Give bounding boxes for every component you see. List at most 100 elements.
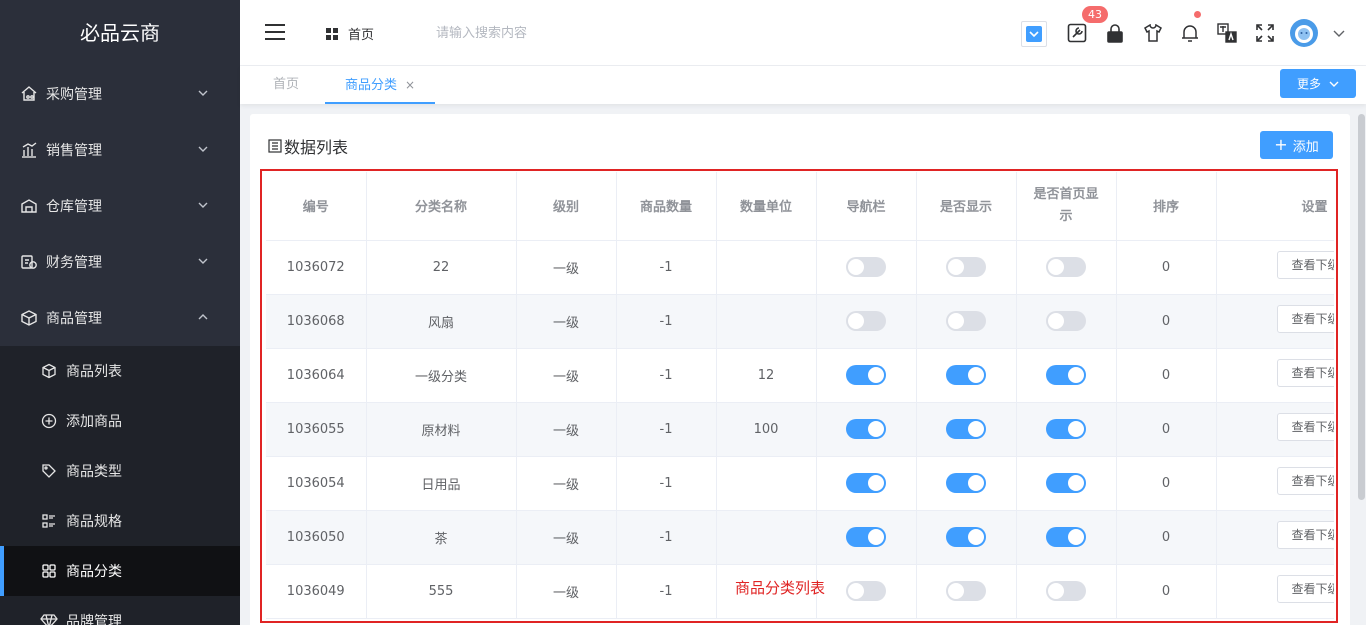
chevron-down-icon (198, 258, 208, 264)
nav-toggle[interactable] (846, 311, 886, 331)
tab-goods-category[interactable]: 商品分类 × (325, 66, 436, 104)
sidebar-item-goods-list[interactable]: 商品列表 (0, 346, 240, 396)
cell-settings: 查看下级 (1216, 456, 1334, 511)
menu-sales[interactable]: 销售管理 (0, 122, 240, 178)
cell-count: -1 (616, 564, 717, 619)
table-row: 1036064一级分类一级-112 0 查看下级 (266, 348, 1334, 403)
nav-toggle[interactable] (846, 527, 886, 547)
menu-warehouse[interactable]: 仓库管理 (0, 178, 240, 234)
close-icon[interactable]: × (405, 66, 415, 104)
col-header: 级别 (516, 172, 617, 241)
view-children-button[interactable]: 查看下级 (1276, 521, 1334, 549)
breadcrumb[interactable]: 首页 (326, 24, 374, 43)
bell-icon[interactable] (1179, 22, 1201, 44)
view-children-button[interactable]: 查看下级 (1276, 413, 1334, 441)
sidebar-item-goods-spec[interactable]: 商品规格 (0, 496, 240, 546)
grid-icon (40, 562, 58, 580)
dropdown-square-icon[interactable] (1021, 21, 1047, 47)
cell-id: 1036064 (266, 348, 367, 403)
home-toggle[interactable] (1046, 581, 1086, 601)
cell-nav (816, 510, 917, 565)
show-toggle[interactable] (946, 365, 986, 385)
sidebar-item-goods-type[interactable]: 商品类型 (0, 446, 240, 496)
cell-unit (716, 240, 817, 295)
hamburger-icon[interactable] (265, 23, 285, 41)
sidebar-item-brand[interactable]: 品牌管理 (0, 596, 240, 625)
cell-settings: 查看下级 (1216, 564, 1334, 619)
lock-icon[interactable] (1104, 22, 1126, 44)
more-button[interactable]: 更多 (1280, 69, 1356, 98)
home-toggle[interactable] (1046, 473, 1086, 493)
card-title: 数据列表 (268, 134, 348, 158)
show-toggle[interactable] (946, 311, 986, 331)
cell-settings: 查看下级 (1216, 294, 1334, 349)
tools-icon[interactable] (1066, 22, 1088, 44)
cell-level: 一级 (516, 456, 617, 511)
view-children-button[interactable]: 查看下级 (1276, 251, 1334, 279)
menu-purchase[interactable]: 采购管理 (0, 66, 240, 122)
view-children-button[interactable]: 查看下级 (1276, 305, 1334, 333)
nav-toggle[interactable] (846, 473, 886, 493)
sidebar-item-label: 商品规格 (66, 514, 122, 530)
home-toggle[interactable] (1046, 419, 1086, 439)
show-toggle[interactable] (946, 527, 986, 547)
view-children-button[interactable]: 查看下级 (1276, 359, 1334, 387)
cell-settings: 查看下级 (1216, 402, 1334, 457)
cell-home (1016, 510, 1117, 565)
cell-sort: 0 (1116, 510, 1217, 565)
cell-name: 原材料 (366, 402, 517, 457)
tag-icon (40, 462, 58, 480)
nav-toggle[interactable] (846, 365, 886, 385)
chevron-down-icon[interactable] (1328, 22, 1350, 44)
cell-sort: 0 (1116, 294, 1217, 349)
show-toggle[interactable] (946, 581, 986, 601)
grid-icon (326, 27, 338, 40)
page-scrollbar[interactable] (1358, 114, 1365, 500)
home-toggle[interactable] (1046, 311, 1086, 331)
col-header: 排序 (1116, 172, 1217, 241)
home-toggle[interactable] (1046, 365, 1086, 385)
fullscreen-icon[interactable] (1254, 22, 1276, 44)
show-toggle[interactable] (946, 419, 986, 439)
add-button[interactable]: + 添加 (1260, 131, 1333, 159)
chevron-down-icon (198, 90, 208, 96)
view-children-button[interactable]: 查看下级 (1276, 575, 1334, 603)
search-input[interactable] (436, 20, 636, 46)
home-toggle[interactable] (1046, 527, 1086, 547)
home-toggle[interactable] (1046, 257, 1086, 277)
translate-icon[interactable] (1216, 22, 1238, 44)
nav-toggle[interactable] (846, 257, 886, 277)
avatar[interactable] (1290, 19, 1318, 47)
table-row: 1036050茶一级-1 0 查看下级 (266, 510, 1334, 565)
view-children-button[interactable]: 查看下级 (1276, 467, 1334, 495)
nav-toggle[interactable] (846, 581, 886, 601)
cell-name: 22 (366, 240, 517, 295)
col-header: 商品数量 (616, 172, 717, 241)
col-header: 是否首页显示 (1016, 172, 1117, 241)
shirt-icon[interactable] (1142, 22, 1164, 44)
cell-name: 555 (366, 564, 517, 619)
menu-label: 仓库管理 (46, 199, 102, 215)
cell-name: 风扇 (366, 294, 517, 349)
col-header: 编号 (266, 172, 367, 241)
cell-unit (716, 456, 817, 511)
cell-level: 一级 (516, 564, 617, 619)
cell-sort: 0 (1116, 456, 1217, 511)
cell-nav (816, 456, 917, 511)
sidebar-item-goods-category[interactable]: 商品分类 (0, 546, 240, 596)
show-toggle[interactable] (946, 473, 986, 493)
tab-home[interactable]: 首页 (273, 66, 299, 104)
cell-name: 一级分类 (366, 348, 517, 403)
cell-home (1016, 294, 1117, 349)
col-header: 导航栏 (816, 172, 917, 241)
sidebar-item-add-goods[interactable]: 添加商品 (0, 396, 240, 446)
sidebar-item-label: 商品列表 (66, 364, 122, 380)
menu-goods[interactable]: 商品管理 (0, 290, 240, 346)
table-header-row: 编号 分类名称 级别 商品数量 数量单位 导航栏 是否显示 是否首页显示 排序 … (266, 172, 1334, 241)
menu-label: 销售管理 (46, 143, 102, 159)
show-toggle[interactable] (946, 257, 986, 277)
bell-dot (1194, 11, 1201, 18)
menu-finance[interactable]: 财务管理 (0, 234, 240, 290)
nav-toggle[interactable] (846, 419, 886, 439)
cell-level: 一级 (516, 348, 617, 403)
